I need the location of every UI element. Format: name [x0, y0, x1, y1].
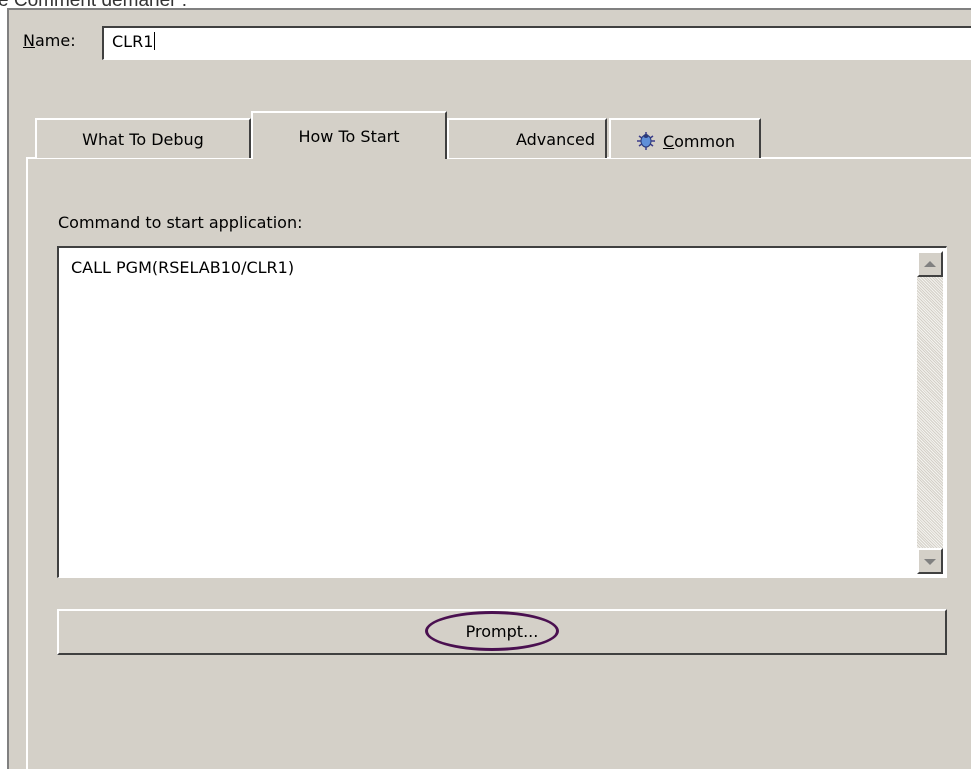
tab-label: What To Debug: [82, 130, 204, 149]
highlight-ellipse: [425, 611, 559, 651]
name-label-mnemonic: N: [23, 31, 35, 50]
command-text: CALL PGM(RSELAB10/CLR1): [71, 258, 295, 277]
tab-label: Advanced: [515, 130, 595, 149]
name-label: Name:: [23, 31, 76, 50]
arrow-down-icon: [924, 559, 936, 565]
tab-label-rest: ommon: [674, 132, 736, 151]
command-label: Command to start application:: [58, 213, 303, 232]
tab-what-to-debug[interactable]: What To Debug: [35, 118, 251, 158]
tab-how-to-start[interactable]: How To Start: [251, 111, 447, 159]
text-caret: [154, 32, 156, 50]
tab-label-mnemonic: C: [662, 132, 675, 151]
tab-advanced[interactable]: Advanced: [447, 118, 607, 158]
scroll-down-button[interactable]: [917, 548, 943, 574]
name-label-rest: ame:: [34, 31, 76, 50]
tab-common[interactable]: Common: [609, 118, 761, 158]
command-textarea[interactable]: CALL PGM(RSELAB10/CLR1): [57, 246, 947, 578]
scroll-up-button[interactable]: [917, 251, 943, 277]
arrow-up-icon: [924, 261, 936, 267]
vertical-scrollbar[interactable]: [917, 251, 943, 574]
bug-icon: [635, 130, 657, 156]
tab-label: How To Start: [298, 127, 400, 146]
name-input[interactable]: CLR1: [102, 26, 971, 60]
name-input-value: CLR1: [112, 32, 154, 51]
